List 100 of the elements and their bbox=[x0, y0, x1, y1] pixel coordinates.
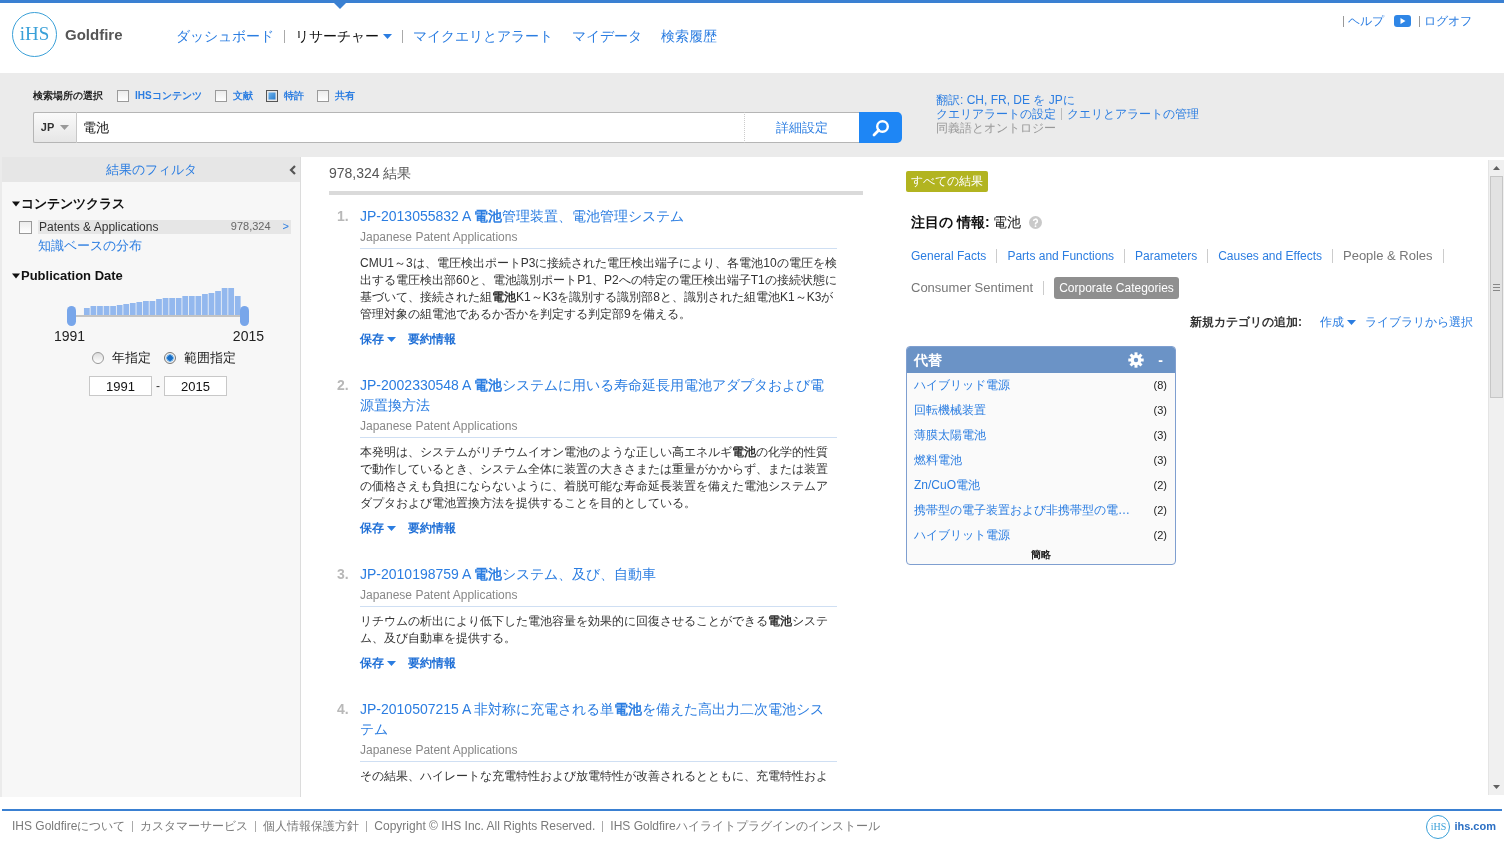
category-count: (3) bbox=[1153, 403, 1167, 418]
option-label: Patents & Applications bbox=[39, 219, 159, 235]
category-link[interactable]: Zn/CuO電池 bbox=[914, 478, 980, 493]
action-link[interactable]: 保存 bbox=[360, 331, 396, 347]
checkbox[interactable] bbox=[117, 90, 129, 102]
category-link[interactable]: 携帯型の電子装置および非携帯型の電… bbox=[914, 503, 1130, 518]
disclosure-triangle-icon[interactable] bbox=[12, 272, 20, 280]
checkbox-label: 文献 bbox=[232, 90, 253, 102]
action-link[interactable]: 保存 bbox=[360, 655, 396, 671]
caret-icon bbox=[387, 525, 396, 531]
category-link[interactable]: 燃料電池 bbox=[914, 453, 962, 468]
new-category-link[interactable]: 作成 bbox=[1320, 314, 1356, 330]
category-tab[interactable]: Parts and Functions bbox=[1007, 246, 1115, 266]
result-number: 4. bbox=[337, 700, 350, 719]
simplify-link[interactable]: 簡略 bbox=[907, 548, 1175, 564]
disclosure-triangle-icon[interactable] bbox=[12, 200, 20, 208]
result-title-link[interactable]: JP-2013055832 A 電池管理装置、電池管理システム bbox=[360, 206, 837, 226]
footer-link[interactable]: IHS Goldfireについて bbox=[12, 819, 126, 834]
result-source: Japanese Patent Applications bbox=[360, 742, 519, 758]
category-link[interactable]: 回転機械装置 bbox=[914, 403, 986, 418]
new-category-label: 新規カテゴリの追加: bbox=[1190, 314, 1302, 330]
category-tab[interactable]: General Facts bbox=[911, 246, 987, 266]
nav-link[interactable]: 検索履歴 bbox=[661, 26, 717, 46]
category-link[interactable]: ハイブリッド電源 bbox=[914, 378, 1010, 393]
result-snippet: CMU1～3は、電圧検出ポートP3に接続された電圧検出端子により、各電池10の電圧を検出する電圧検出部60と、電池識別ポートP1、P2への特定の電圧検出端子T1の接続状態に基づいて、接続された組電池K1～K3を識別する識別部8と、識別された組電池K1～K3が管理対象の組電池であるか否かを判定する判定部9を備える。 bbox=[360, 255, 837, 323]
category-count: (2) bbox=[1153, 503, 1167, 518]
year-to-field[interactable]: 2015 bbox=[164, 376, 227, 396]
caret-icon bbox=[383, 33, 392, 39]
more-link[interactable]: > bbox=[282, 220, 289, 234]
scroll-up-arrow-icon[interactable] bbox=[1493, 166, 1500, 170]
nav-link[interactable]: リサーチャー bbox=[295, 26, 392, 46]
help-icon[interactable] bbox=[1029, 215, 1043, 229]
nav-link[interactable]: ダッシュボード bbox=[176, 26, 274, 46]
category-tab[interactable]: Parameters bbox=[1135, 246, 1198, 266]
checkbox-label: 共有 bbox=[334, 90, 355, 102]
language-dropdown[interactable]: JP bbox=[33, 112, 77, 143]
year-from-field[interactable]: 1991 bbox=[89, 376, 152, 396]
category-tab[interactable]: Corporate Categories bbox=[1054, 277, 1179, 299]
range-separator: - bbox=[156, 378, 160, 394]
category-link[interactable]: 薄膜太陽電池 bbox=[914, 428, 986, 443]
radio-label: 年指定 bbox=[112, 350, 151, 366]
header-link[interactable]: ヘルプ bbox=[1348, 14, 1384, 28]
footer-link[interactable]: 個人情報保護方針 bbox=[263, 819, 360, 834]
nav-link[interactable]: マイクエリとアラート bbox=[413, 26, 553, 46]
category-count: (3) bbox=[1153, 453, 1167, 468]
focus-heading: 注目の 情報: 電池 bbox=[911, 213, 1022, 231]
checkbox[interactable] bbox=[316, 90, 329, 102]
result-title-link[interactable]: JP-2002330548 A 電池システムに用いる寿命延長用電池アダプタおよび電源置換方法 bbox=[360, 375, 837, 415]
filter-option-row[interactable]: Patents & Applications 978,324 > bbox=[38, 220, 291, 234]
search-field[interactable]: 電池 bbox=[77, 112, 744, 143]
range-min-label: 1991 bbox=[54, 328, 86, 344]
search-option-link[interactable]: クエリとアラートの管理 bbox=[1067, 107, 1199, 121]
category-count: (2) bbox=[1153, 478, 1167, 493]
category-tab[interactable]: Causes and Effects bbox=[1218, 246, 1322, 266]
advanced-settings-button[interactable]: 詳細設定 bbox=[744, 112, 859, 143]
result-title-link[interactable]: JP-2010507215 A 非対称に充電される単電池を備えた高出力二次電池システム bbox=[360, 699, 837, 739]
search-option-link[interactable]: クエリアラートの設定 bbox=[936, 107, 1056, 121]
footer-link[interactable]: Copyright © IHS Inc. All Rights Reserved. bbox=[374, 819, 596, 834]
scrollbar[interactable] bbox=[1488, 160, 1504, 795]
distribution-link[interactable]: 知識ベースの分布 bbox=[38, 238, 142, 254]
settings-icon[interactable] bbox=[1128, 352, 1145, 368]
action-link[interactable]: 要約情報 bbox=[408, 331, 456, 347]
result-number: 2. bbox=[337, 376, 350, 395]
result-count: 978,324 結果 bbox=[329, 164, 413, 183]
search-button[interactable] bbox=[859, 112, 902, 143]
checkbox[interactable] bbox=[19, 220, 32, 234]
slider-thumb[interactable] bbox=[240, 306, 249, 326]
category-count: (3) bbox=[1153, 428, 1167, 443]
collapse-chevron-icon[interactable] bbox=[289, 165, 296, 175]
caret-icon bbox=[1347, 319, 1356, 325]
radio-button[interactable] bbox=[92, 352, 104, 364]
collapse-button[interactable]: - bbox=[1156, 353, 1165, 367]
checkbox[interactable] bbox=[265, 90, 278, 102]
action-link[interactable]: 要約情報 bbox=[408, 520, 456, 536]
result-snippet: その結果、ハイレートな充電特性および放電特性が改善されるとともに、充電特性およ bbox=[360, 768, 829, 785]
category-link[interactable]: ハイブリット電源 bbox=[914, 528, 1010, 543]
radio-button[interactable] bbox=[164, 352, 176, 364]
all-results-tag[interactable]: すべての結果 bbox=[906, 171, 988, 192]
slider-thumb[interactable] bbox=[67, 306, 76, 326]
footer-link[interactable]: IHS Goldfireハイライトプラグインのインストール bbox=[610, 819, 880, 834]
result-source: Japanese Patent Applications bbox=[360, 229, 519, 245]
search-option-link[interactable]: 翻訳: CH, FR, DE を JPに bbox=[936, 93, 1075, 107]
new-category-link[interactable]: ライブラリから選択 bbox=[1365, 314, 1473, 330]
option-count: 978,324 bbox=[230, 220, 271, 234]
scroll-down-arrow-icon[interactable] bbox=[1493, 785, 1500, 789]
panel-title: 代替 bbox=[914, 351, 942, 369]
header-link[interactable]: ログオフ bbox=[1424, 14, 1472, 28]
scope-label: 検索場所の選択 bbox=[33, 90, 103, 102]
action-link[interactable]: 保存 bbox=[360, 520, 396, 536]
checkbox[interactable] bbox=[214, 90, 227, 102]
checkbox-label: IHSコンテンツ bbox=[135, 90, 202, 102]
radio-label: 範囲指定 bbox=[184, 350, 236, 366]
video-play-icon[interactable] bbox=[1394, 15, 1411, 27]
site-link[interactable]: ihs.com bbox=[1454, 819, 1496, 834]
footer-link[interactable]: カスタマーサービス bbox=[140, 819, 249, 834]
action-link[interactable]: 要約情報 bbox=[408, 655, 456, 671]
caret-icon bbox=[387, 660, 396, 666]
result-title-link[interactable]: JP-2010198759 A 電池システム、及び、自動車 bbox=[360, 564, 837, 584]
nav-link[interactable]: マイデータ bbox=[572, 26, 642, 46]
scrollbar-thumb[interactable] bbox=[1490, 176, 1503, 398]
